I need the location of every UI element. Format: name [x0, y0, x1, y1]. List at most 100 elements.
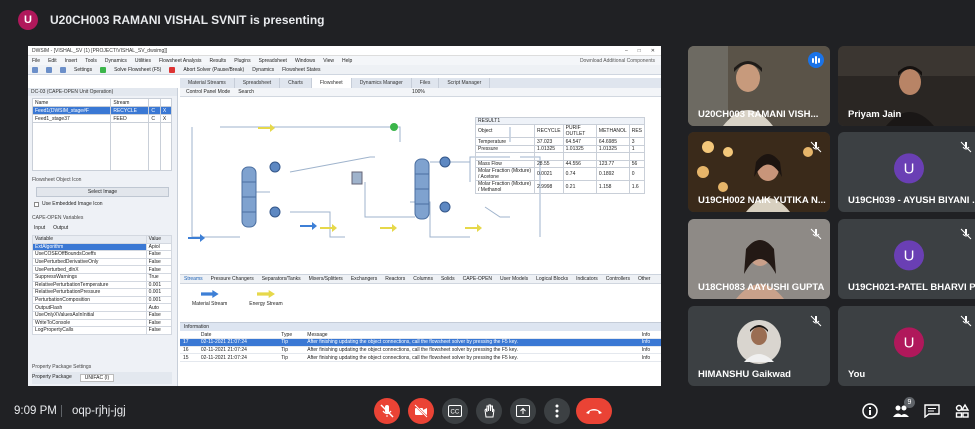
doc-tab: Charts	[280, 78, 312, 88]
log-cell: After finishing updating the object conn…	[304, 338, 639, 347]
raise-hand-button[interactable]	[476, 397, 502, 424]
menu-item: File	[32, 57, 41, 64]
table-row: RelativePerturbationTemperature 0.001	[32, 280, 173, 290]
prop-package-row: Property Package UNIFAC (I)	[32, 372, 172, 384]
results-title: RESULT1	[475, 116, 645, 126]
document-tabs: Material Streams Spreadsheet Charts Flowshe…	[180, 78, 661, 88]
ports-col-stream: Stream	[110, 98, 150, 107]
result-cell: 28.55	[534, 159, 564, 168]
result-cell: 3	[628, 137, 646, 146]
log-col-info: Info	[638, 331, 661, 340]
save-icon	[60, 66, 66, 73]
more-options-button[interactable]	[544, 397, 570, 424]
palette-tab: Logical Blocks	[536, 276, 569, 282]
activities-button[interactable]	[953, 402, 971, 420]
var-value: False	[145, 265, 173, 274]
participant-tile[interactable]: HIMANSHU Gaikwad	[688, 306, 830, 386]
doc-tab: Spreadsheet	[235, 78, 281, 88]
port-name: Feed1_stage37	[31, 114, 112, 123]
palette-item-label: Energy Stream	[249, 301, 283, 307]
shared-screen[interactable]: DWSIM - [VISHAL_SV (1) [PROJECT\VISHAL_S…	[28, 46, 661, 386]
chat-icon	[924, 403, 940, 418]
var-value: Auto	[145, 303, 173, 312]
info-icon	[862, 402, 878, 419]
tab-output: Output	[53, 225, 69, 231]
palette-tab: Solids	[440, 276, 455, 282]
menu-item: Dynamics	[104, 57, 127, 64]
log-cell: Tip	[278, 338, 305, 347]
abort-icon	[169, 66, 176, 73]
menu-item: Insert	[64, 57, 78, 64]
dwsim-titlebar: DWSIM - [VISHAL_SV (1) [PROJECT\VISHAL_S…	[28, 46, 661, 56]
avatar: U	[894, 153, 924, 184]
participant-tile[interactable]: U20CH003 RAMANI VISH...	[688, 46, 830, 126]
people-button[interactable]: 9	[892, 396, 915, 420]
participant-tile[interactable]: U U19CH039 - AYUSH BIYANI ...	[838, 132, 975, 212]
camera-toggle-button[interactable]	[408, 397, 434, 424]
menu-item: Tools	[85, 57, 97, 64]
new-icon	[32, 66, 38, 73]
solve-icon	[100, 66, 107, 73]
palette-tab: Streams	[184, 276, 203, 282]
menu-item: Help	[342, 57, 353, 64]
chat-button[interactable]	[923, 402, 941, 420]
table-row: Molar Fraction (Mixture) / Acetone 0.0021…	[474, 166, 646, 181]
control-panel-mode: Control Panel Mode	[186, 89, 231, 95]
doc-tab: Script Manager	[439, 78, 491, 88]
var-name: ExtAlgorithm	[32, 242, 147, 252]
table-row	[474, 152, 646, 161]
result-cell: 1.01325	[595, 144, 630, 154]
presenter-avatar: U	[18, 10, 38, 30]
log-row: 16 02-11-2021 21:07:24 Tip After finishing …	[180, 346, 661, 355]
result-cell: 0.21	[562, 179, 597, 194]
result-cell	[474, 152, 536, 161]
present-button[interactable]	[510, 397, 536, 424]
table-row: UsePerturbedDerivativeOnly False	[32, 257, 173, 267]
ports-col-name: Name	[31, 98, 112, 107]
var-value: False	[145, 310, 173, 320]
log-col-type: Type	[278, 331, 305, 340]
menu-item: Edit	[48, 57, 57, 64]
speaking-indicator	[808, 52, 824, 68]
participant-tile[interactable]: U19CH002 NAIK YUTIKA N...	[688, 132, 830, 212]
palette-tab: Pressure Changers	[210, 276, 254, 282]
result-cell: Temperature	[474, 137, 536, 146]
palette-tab: User Models	[500, 276, 529, 282]
var-value: 0.001	[145, 295, 173, 305]
leave-call-button[interactable]	[576, 397, 612, 424]
column-2	[414, 158, 430, 220]
self-tile[interactable]: U You	[838, 306, 975, 386]
log-cell: Tip	[278, 353, 305, 362]
mic-toggle-button[interactable]	[374, 397, 400, 424]
result-cell: 64.547	[562, 137, 597, 146]
svg-text:CC: CC	[451, 409, 460, 415]
palette-tabs: Streams Pressure Changers Separators/Tanks…	[180, 275, 661, 284]
var-col-value: Value	[145, 235, 173, 244]
meeting-details-button[interactable]	[861, 402, 879, 420]
captions-button[interactable]: CC	[442, 397, 468, 424]
result-cell: 0.74	[562, 166, 597, 181]
result-cell: 1.01325	[534, 144, 564, 154]
prop-package-select: UNIFAC (I)	[79, 374, 115, 382]
palette-tab: Columns	[413, 276, 433, 282]
palette-tab: Separators/Tanks	[261, 276, 301, 282]
result-cell: 0	[628, 166, 646, 181]
result-cell: 44.556	[562, 159, 597, 168]
result-cell: 56	[628, 159, 646, 168]
result-cell: 64.6985	[595, 137, 630, 146]
participant-tile[interactable]: U18CH083 AAYUSHI GUPTA	[688, 219, 830, 299]
participant-name: HIMANSHU Gaikwad	[698, 369, 791, 380]
log-cell: 15	[180, 353, 198, 362]
palette-tab: CAPE-OPEN	[462, 276, 493, 282]
table-row: LogPropertyCalls False	[32, 326, 173, 335]
variables-table: Variable Value ExtAlgorithm Apiol UseCOSEOf…	[32, 235, 173, 335]
participant-tile[interactable]: U U19CH021-PATEL BHARVI P...	[838, 219, 975, 299]
participant-tile[interactable]: Priyam Jain	[838, 46, 975, 126]
log-col-message: Message	[304, 331, 639, 340]
var-value: False	[145, 318, 173, 328]
result-cell: RES	[628, 124, 646, 139]
menu-item: Windows	[294, 57, 316, 64]
table-row: RelativePerturbationPressure 0.001	[32, 288, 173, 297]
checkbox-label: Use Embedded Image Icon	[42, 201, 103, 207]
captions-icon: CC	[448, 404, 462, 417]
